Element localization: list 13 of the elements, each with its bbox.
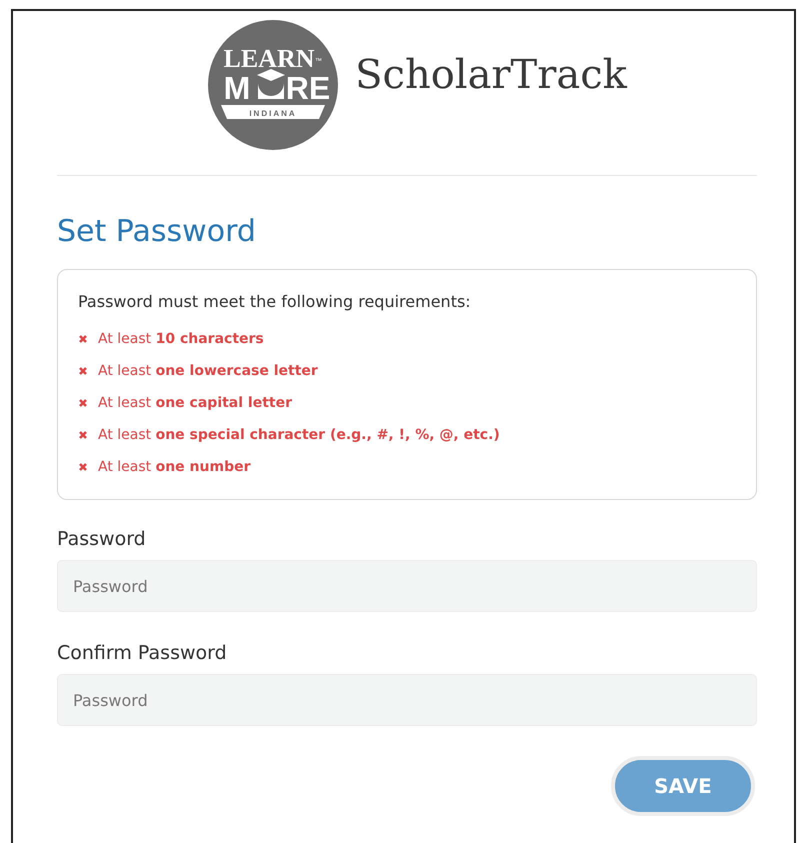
- requirement-text: At least 10 characters: [98, 331, 264, 347]
- password-field[interactable]: Password: [57, 560, 757, 612]
- requirement-text: At least one lowercase letter: [98, 363, 318, 379]
- field-label: Password: [57, 528, 147, 550]
- password-field[interactable]: Password: [57, 674, 757, 726]
- app-title: ScholarTrack: [355, 52, 627, 98]
- requirement-text: At least one capital letter: [98, 395, 292, 411]
- requirement-text: At least one number: [98, 459, 250, 475]
- requirements-intro: Password must meet the following requirements:: [78, 292, 472, 311]
- page-heading: Set Password: [57, 214, 257, 249]
- field-label: Confirm Password: [57, 642, 228, 664]
- save-button[interactable]: SAVE: [611, 756, 755, 816]
- requirement-text: At least one special character (e.g., #, !, %, @, etc.): [98, 427, 500, 443]
